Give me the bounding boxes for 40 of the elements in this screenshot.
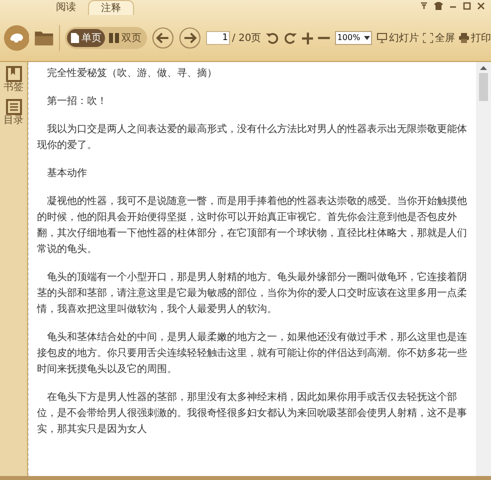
folder-icon[interactable]: [34, 29, 54, 47]
rotate-right-icon[interactable]: [284, 31, 297, 45]
bookmark-icon: [6, 66, 22, 82]
two-pages-icon: [109, 33, 120, 43]
fullscreen-button[interactable]: 全屏: [423, 30, 455, 46]
paragraph: 龟头的顶端有一个小型开口，那是男人射精的地方。龟头最外缘部分一圈叫做龟环，它连接着阴茎的头部和茎部，请注意这里是它最为敏感的部位，当你为你的爱人口交时应该在这里多用一点柔情，我喜欢把这里叫做软沟，我个人最爱男人的软沟。: [37, 270, 468, 317]
zoom-out-icon[interactable]: [318, 36, 330, 40]
shirt-icon[interactable]: [434, 2, 443, 10]
print-button[interactable]: 打印: [459, 30, 491, 46]
page-icon: [71, 33, 80, 43]
paragraph: 完全性爱秘笈（吹、游、做、寻、摘）: [46, 66, 218, 81]
page-field[interactable]: 1: [206, 31, 230, 45]
paragraph: 龟头和茎体结合处的中间，是男人最柔嫩的地方之一，如果他还没有做过手术，那么这里也是连接包皮的地方。你只要用舌尖连续轻轻触击这里，就有可能让你的伴侣达到高潮。你不妨多花一些时间来抚摸龟头以及它的周围。: [37, 330, 468, 377]
page-total: / 20页: [232, 32, 262, 46]
zoom-in-icon[interactable]: [302, 32, 314, 44]
view-mode-button[interactable]: 单页: [67, 29, 106, 47]
paragraph: 在龟头下方是男人性器的茎部，那里没有太多神经末梢，因此如果你用手或舌仅去轻抚这个部位，是不会带给男人很强刺激的。我很奇怪很多妇女都认为来回吮吸茎部会使男人射精，这不是事实，那其实只是因为女人: [37, 390, 468, 437]
slideshow-button[interactable]: 幻灯片: [377, 30, 419, 46]
scrollbar[interactable]: [476, 62, 491, 476]
sidebar-item[interactable]: 书签: [4, 66, 24, 93]
paragraph: 基本动作: [46, 166, 88, 181]
paragraph: 我以为口交是两人之间表达爱的最高形式，没有什么方法比对男人的性器表示出无限崇敬更能体现你的爱了。: [37, 122, 468, 153]
fullscreen-icon: [423, 33, 433, 43]
view-mode-button[interactable]: 双页: [105, 29, 146, 47]
printer-icon: [459, 33, 469, 43]
maximize-icon[interactable]: [463, 2, 471, 10]
tab[interactable]: 阅读: [44, 0, 88, 15]
rotate-left-icon[interactable]: [266, 31, 279, 45]
pin-icon[interactable]: [420, 2, 428, 10]
sidebar-item[interactable]: 目录: [4, 99, 24, 126]
list-icon: [6, 99, 22, 115]
logo-icon[interactable]: [4, 24, 30, 52]
zoom-dropdown[interactable]: 100%: [335, 31, 372, 45]
scroll-thumb[interactable]: [479, 73, 488, 101]
tab[interactable]: 注释: [88, 0, 134, 15]
paragraph: 第一招：吹！: [46, 94, 108, 109]
close-icon[interactable]: [477, 2, 485, 10]
monitor-icon: [377, 33, 387, 43]
scroll-up-icon[interactable]: [480, 66, 487, 70]
paragraph: 凝视他的性器，我可不是说随意一瞥，而是用手捧着他的性器表达崇敬的感受。当你开始触摸他的时候，他的阳具会开始便得坚挺，这时你可以开始真正审视它。首先你会注意到他是否包皮外翻，其次仔细地看一下他性器的柱体部分，在它顶部有一个球状物，直径比柱体略大，那就是人们常说的龟头。: [37, 194, 468, 257]
